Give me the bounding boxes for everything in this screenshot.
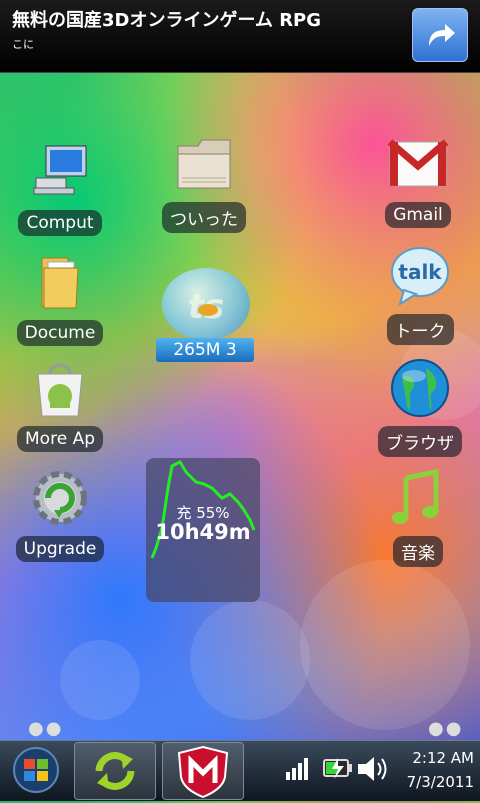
- app-browser[interactable]: ブラウザ: [370, 356, 470, 461]
- app-talk[interactable]: talk トーク: [370, 244, 470, 349]
- signal-icon[interactable]: [284, 754, 312, 786]
- windows-logo-icon: [13, 747, 59, 793]
- mcafee-task-button[interactable]: [162, 742, 244, 800]
- app-label: Comput: [18, 210, 102, 236]
- volume-icon[interactable]: [356, 754, 390, 788]
- ad-banner[interactable]: 無料の国産3Dオンラインゲーム RPG こに: [0, 0, 480, 73]
- share-button[interactable]: [412, 8, 468, 62]
- app-label: 音楽: [393, 536, 443, 567]
- app-label: トーク: [386, 314, 454, 345]
- talk-icon: talk: [388, 244, 452, 308]
- sync-task-button[interactable]: [74, 742, 156, 800]
- app-label: Gmail: [385, 202, 451, 228]
- page-indicator-right[interactable]: ●●: [428, 718, 463, 739]
- app-label: More Ap: [17, 426, 103, 452]
- bokeh-light: [300, 560, 470, 730]
- app-label: ブラウザ: [378, 426, 462, 457]
- computer-icon: [28, 140, 92, 204]
- battery-widget[interactable]: 充 55% 10h49m: [146, 458, 260, 602]
- svg-text:talk: talk: [398, 260, 442, 284]
- app-more-apps[interactable]: More Ap: [10, 356, 110, 456]
- ad-subtitle: こに: [12, 38, 34, 51]
- app-folder-twitter[interactable]: ついった: [154, 132, 254, 237]
- page-indicator-left[interactable]: ●●: [28, 718, 63, 739]
- gmail-icon: [386, 132, 450, 196]
- app-label: ついった: [162, 202, 246, 233]
- app-music[interactable]: 音楽: [368, 466, 468, 571]
- app-label: Docume: [16, 320, 104, 346]
- system-clock[interactable]: 2:12 AM 7/3/2011: [407, 746, 474, 794]
- mcafee-shield-icon: [177, 745, 229, 799]
- memory-orb-icon: ts: [162, 268, 250, 340]
- ad-title: 無料の国産3Dオンラインゲーム RPG: [12, 10, 322, 31]
- app-gmail[interactable]: Gmail: [368, 132, 468, 232]
- memory-widget[interactable]: ts 265M 3: [156, 268, 256, 364]
- globe-icon: [388, 356, 452, 420]
- clock-time: 2:12 AM: [412, 749, 474, 767]
- clock-date: 7/3/2011: [406, 773, 474, 791]
- app-label: Upgrade: [15, 536, 105, 562]
- battery-charging-icon[interactable]: [320, 754, 354, 786]
- sync-icon: [95, 752, 135, 790]
- bokeh-light: [190, 600, 310, 720]
- market-bag-icon: [28, 356, 92, 420]
- battery-time-remaining: 10h49m: [155, 520, 251, 544]
- folder-icon: [172, 132, 236, 196]
- share-arrow-icon: [429, 24, 455, 46]
- gear-refresh-icon: [28, 466, 92, 530]
- bokeh-light: [60, 640, 140, 720]
- app-upgrade[interactable]: Upgrade: [10, 466, 110, 566]
- documents-folder-icon: [28, 250, 92, 314]
- app-documents[interactable]: Docume: [10, 250, 110, 350]
- memory-value: 265M 3: [156, 338, 254, 362]
- music-note-icon: [386, 466, 450, 530]
- start-button[interactable]: [6, 746, 66, 794]
- app-computer[interactable]: Comput: [10, 140, 110, 240]
